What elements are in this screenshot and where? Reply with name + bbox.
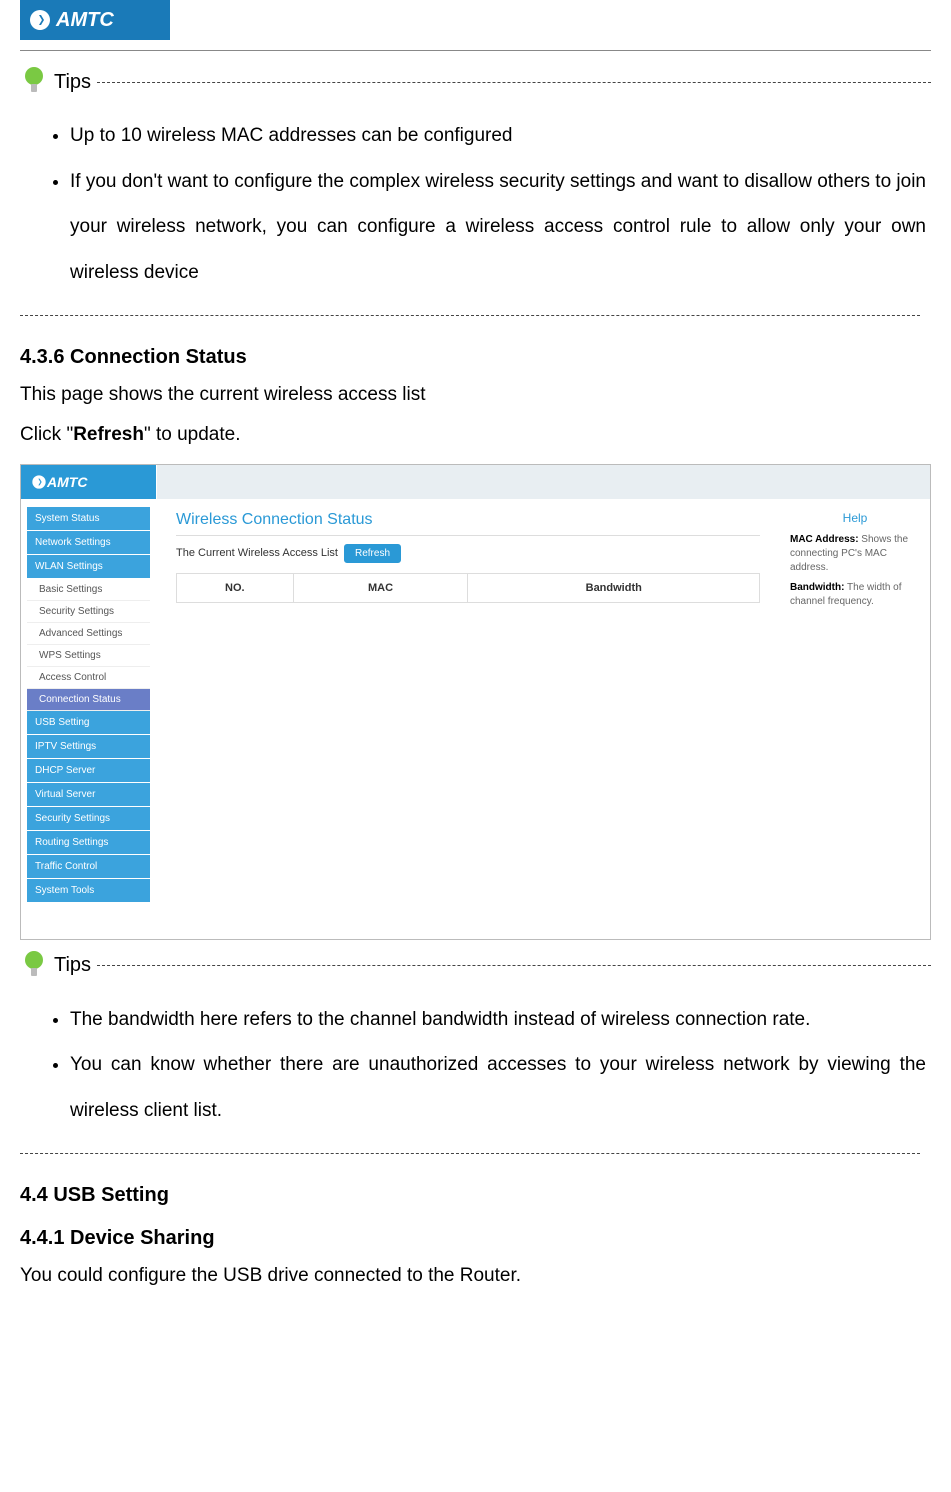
sidebar-sub-connection-status[interactable]: Connection Status: [27, 689, 150, 711]
page-logo: AMTC: [20, 0, 170, 40]
help-title: Help: [790, 511, 920, 525]
tip-item: The bandwidth here refers to the channel…: [70, 997, 931, 1043]
logo-icon: [28, 8, 52, 32]
ui-logo-text: AMTC: [47, 474, 87, 490]
tips-header-1: Tips: [20, 66, 931, 98]
tips-dashline: [97, 82, 931, 83]
help-panel: Help MAC Address: Shows the connecting P…: [780, 499, 930, 939]
help-mac-label: MAC Address:: [790, 534, 859, 545]
ui-main: Wireless Connection Status The Current W…: [156, 499, 780, 939]
sidebar-item-wlan-settings[interactable]: WLAN Settings: [27, 555, 150, 578]
body-text: Click "Refresh" to update.: [20, 417, 931, 453]
col-mac: MAC: [293, 573, 468, 602]
help-bw: Bandwidth: The width of channel frequenc…: [790, 581, 920, 609]
sidebar-item-system-status[interactable]: System Status: [27, 507, 150, 530]
body-text: You could configure the USB drive connec…: [20, 1258, 931, 1294]
text-prefix: Click ": [20, 424, 73, 445]
tips-label: Tips: [54, 71, 91, 94]
topbar-spacer: [156, 465, 800, 499]
heading-441: 4.4.1 Device Sharing: [20, 1227, 931, 1250]
body-text: This page shows the current wireless acc…: [20, 377, 931, 413]
lightbulb-icon: [20, 950, 48, 982]
sidebar-item-routing[interactable]: Routing Settings: [27, 831, 150, 854]
sidebar-item-system-tools[interactable]: System Tools: [27, 879, 150, 902]
refresh-button[interactable]: Refresh: [344, 544, 401, 563]
tip-item: Up to 10 wireless MAC addresses can be c…: [70, 113, 931, 159]
header-divider: [20, 50, 931, 51]
sidebar-item-security-settings[interactable]: Security Settings: [27, 807, 150, 830]
section-divider: [20, 1153, 920, 1154]
logo-text: AMTC: [56, 9, 114, 32]
sidebar-sub-advanced[interactable]: Advanced Settings: [27, 623, 150, 645]
tips-dashline: [97, 965, 931, 966]
col-bandwidth: Bandwidth: [468, 573, 760, 602]
sidebar-sub-wps[interactable]: WPS Settings: [27, 645, 150, 667]
help-bw-label: Bandwidth:: [790, 582, 844, 593]
tip-item: If you don't want to configure the compl…: [70, 159, 931, 296]
logo-icon: [31, 474, 47, 490]
section-divider: [20, 315, 920, 316]
ui-sidebar: System Status Network Settings WLAN Sett…: [21, 499, 156, 939]
col-no: NO.: [177, 573, 294, 602]
tips-list-1: Up to 10 wireless MAC addresses can be c…: [20, 113, 931, 295]
sidebar-item-usb[interactable]: USB Setting: [27, 711, 150, 734]
sidebar-item-iptv[interactable]: IPTV Settings: [27, 735, 150, 758]
table-header-row: NO. MAC Bandwidth: [177, 573, 760, 602]
lightbulb-icon: [20, 66, 48, 98]
sidebar-item-dhcp[interactable]: DHCP Server: [27, 759, 150, 782]
sidebar-item-virtual-server[interactable]: Virtual Server: [27, 783, 150, 806]
tips-label: Tips: [54, 954, 91, 977]
sidebar-item-traffic[interactable]: Traffic Control: [27, 855, 150, 878]
main-subtitle-row: The Current Wireless Access List Refresh: [176, 544, 760, 563]
refresh-bold: Refresh: [73, 424, 144, 445]
subtitle-text: The Current Wireless Access List: [176, 547, 338, 559]
sidebar-sub-access-control[interactable]: Access Control: [27, 667, 150, 689]
help-mac: MAC Address: Shows the connecting PC's M…: [790, 533, 920, 575]
heading-436: 4.3.6 Connection Status: [20, 346, 931, 369]
tips-list-2: The bandwidth here refers to the channel…: [20, 997, 931, 1134]
sidebar-sub-basic[interactable]: Basic Settings: [27, 579, 150, 601]
sidebar-sub-security[interactable]: Security Settings: [27, 601, 150, 623]
ui-topbar: AMTC: [21, 465, 930, 499]
ui-logo: AMTC: [21, 465, 156, 499]
ui-body: System Status Network Settings WLAN Sett…: [21, 499, 930, 939]
heading-44: 4.4 USB Setting: [20, 1184, 931, 1207]
router-ui-screenshot: AMTC System Status Network Settings WLAN…: [20, 464, 931, 940]
topbar-right: [800, 465, 930, 499]
connection-table: NO. MAC Bandwidth: [176, 573, 760, 603]
main-title: Wireless Connection Status: [176, 511, 760, 536]
tips-header-2: Tips: [20, 950, 931, 982]
tip-item: You can know whether there are unauthori…: [70, 1042, 931, 1133]
sidebar-item-network-settings[interactable]: Network Settings: [27, 531, 150, 554]
text-suffix: " to update.: [144, 424, 241, 445]
